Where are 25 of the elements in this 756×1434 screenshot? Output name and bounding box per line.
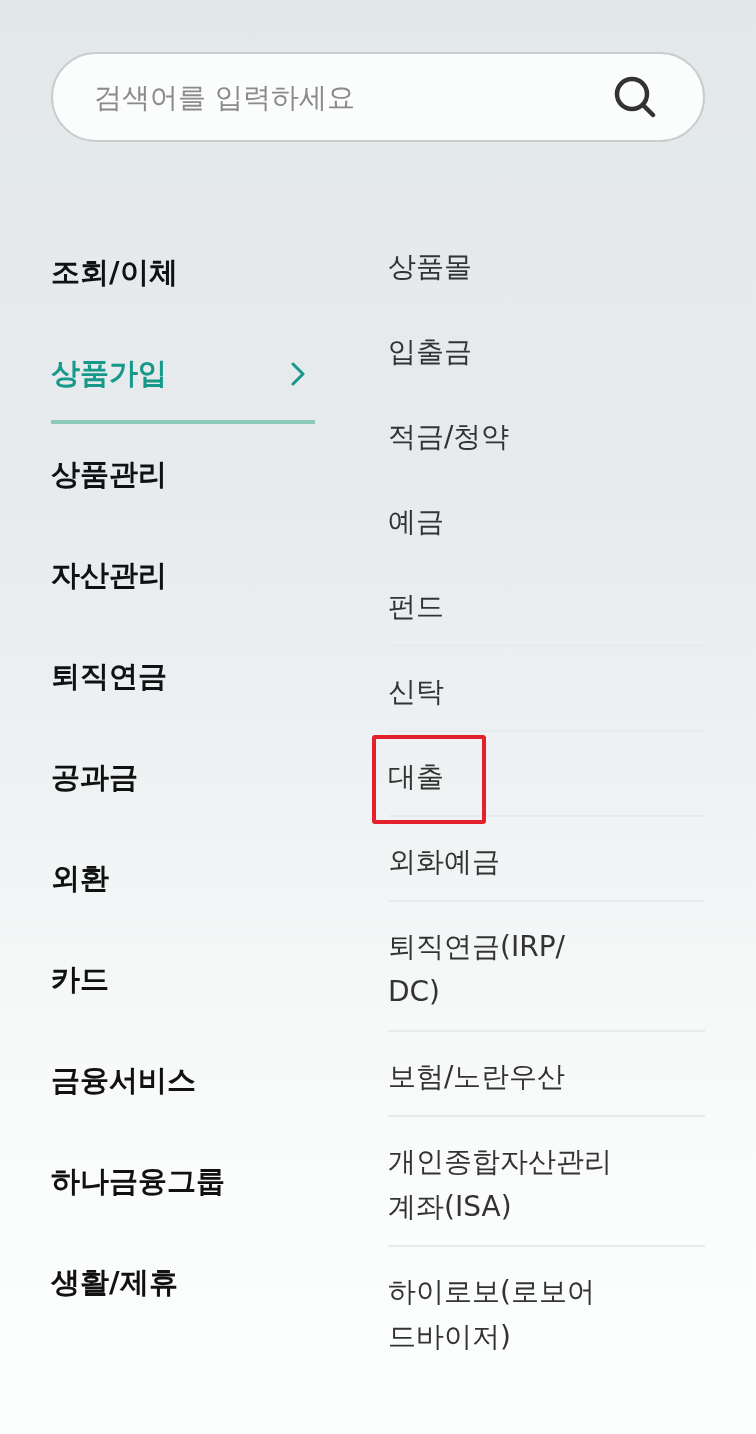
category-tab[interactable]: 공과금 — [51, 727, 315, 828]
submenu-item[interactable]: 보험/노란우산 — [388, 1032, 705, 1115]
submenu-item[interactable]: 개인종합자산관리 계좌(ISA) — [388, 1117, 705, 1245]
category-tab[interactable]: 금융서비스 — [51, 1030, 315, 1131]
search-field[interactable]: 검색어를 입력하세요 — [51, 52, 705, 142]
submenu-item[interactable]: 대출 — [388, 732, 705, 815]
submenu-item[interactable]: 하이로보(로보어 드바이저) — [388, 1247, 705, 1368]
category-tab[interactable]: 자산관리 — [51, 525, 315, 626]
submenu-item[interactable]: 퇴직연금(IRP/ DC) — [388, 902, 705, 1030]
category-tab[interactable]: 외환 — [51, 828, 315, 929]
category-tab[interactable]: 카드 — [51, 929, 315, 1030]
category-tab[interactable]: 퇴직연금 — [51, 626, 315, 727]
submenu-item[interactable]: 펀드 — [388, 562, 705, 645]
submenu-item[interactable]: 예금 — [388, 477, 705, 560]
category-tab[interactable]: 하나금융그룹 — [51, 1131, 315, 1232]
submenu-item[interactable]: 상품몰 — [388, 222, 705, 305]
submenu-item[interactable]: 외화예금 — [388, 817, 705, 900]
submenu-item[interactable]: 신탁 — [388, 647, 705, 730]
category-tab[interactable]: 조회/이체 — [51, 222, 315, 323]
submenu-item[interactable]: 입출금 — [388, 307, 705, 390]
category-tab[interactable]: 상품관리 — [51, 424, 315, 525]
submenu-item[interactable]: 적금/청약 — [388, 392, 705, 475]
category-tab[interactable]: 생활/제휴 — [51, 1232, 315, 1333]
chevron-right-icon — [291, 361, 305, 386]
search-icon[interactable] — [614, 76, 656, 118]
